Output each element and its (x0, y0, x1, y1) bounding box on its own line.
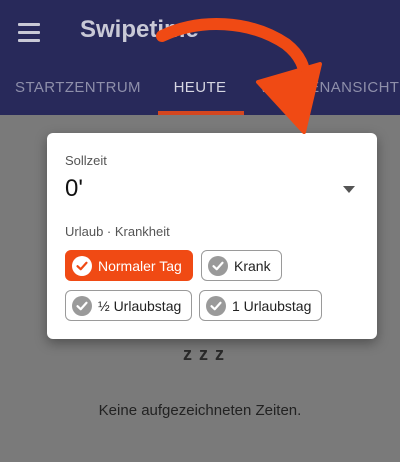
target-time-value: 0' (65, 175, 83, 202)
checkmark-icon (206, 295, 226, 316)
active-tab-indicator (158, 111, 244, 115)
section-label: Urlaub · Krankheit (65, 224, 170, 239)
dropdown-arrow-icon (343, 185, 355, 193)
tab-wochenansicht[interactable]: WOCHENANSICHT (248, 60, 400, 115)
app-title: Swipetime (80, 16, 199, 43)
zzz-sleep-icon: z z z (183, 344, 226, 364)
chip-label: Normaler Tag (98, 257, 182, 274)
checkmark-icon (72, 295, 92, 316)
chip-normaler-tag[interactable]: Normaler Tag (65, 250, 193, 281)
chip-label: 1 Urlaubstag (232, 297, 312, 314)
tab-startzentrum[interactable]: STARTZENTRUM (0, 60, 156, 115)
chip-ganzer-urlaubstag[interactable]: 1 Urlaubstag (199, 290, 323, 321)
tab-heute[interactable]: HEUTE (156, 60, 244, 115)
menu-button[interactable] (18, 18, 46, 46)
chip-label: ½ Urlaubstag (98, 297, 182, 314)
hamburger-menu-icon (18, 22, 40, 26)
target-time-dropdown[interactable]: 0' (65, 173, 359, 205)
app-bar: Swipetime STARTZENTRUM HEUTE WOCHENANSIC… (0, 0, 400, 115)
day-type-dialog: Sollzeit 0' Urlaub · Krankheit Normaler … (47, 133, 377, 339)
chip-label: Krank (234, 257, 271, 274)
empty-state-text: Keine aufgezeichneten Zeiten. (98, 402, 302, 419)
checkmark-icon (208, 255, 228, 276)
chip-krank[interactable]: Krank (201, 250, 282, 281)
target-time-label: Sollzeit (65, 153, 107, 168)
checkmark-icon (72, 255, 92, 276)
chip-halber-urlaubstag[interactable]: ½ Urlaubstag (65, 290, 193, 321)
tab-bar: STARTZENTRUM HEUTE WOCHENANSICHT (0, 60, 400, 115)
